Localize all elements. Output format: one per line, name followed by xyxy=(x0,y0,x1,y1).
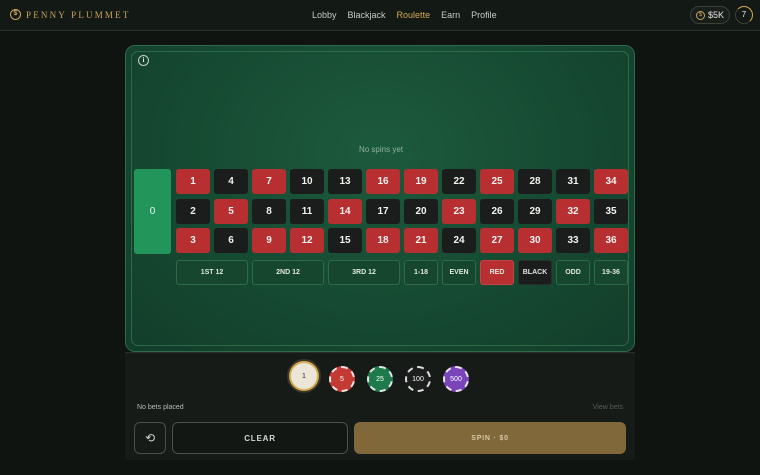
nav-item-lobby[interactable]: Lobby xyxy=(312,10,337,20)
bet-zero[interactable]: 0 xyxy=(134,169,171,254)
bet-number-29[interactable]: 29 xyxy=(518,198,552,224)
bet-number-1[interactable]: 1 xyxy=(176,169,210,194)
clear-button[interactable]: CLEAR xyxy=(172,422,348,454)
bet-outside-19-36[interactable]: 19-36 xyxy=(594,260,628,285)
chip-500[interactable]: 500 xyxy=(443,366,469,392)
bet-number-19[interactable]: 19 xyxy=(404,169,438,194)
bet-number-15[interactable]: 15 xyxy=(328,228,362,253)
spin-button[interactable]: SPIN · $0 xyxy=(354,422,626,454)
bet-number-25[interactable]: 25 xyxy=(480,169,514,194)
undo-button[interactable]: ⟲ xyxy=(134,422,166,454)
chip-value: 25 xyxy=(376,375,384,383)
bet-number-18[interactable]: 18 xyxy=(366,228,400,253)
bet-number-35[interactable]: 35 xyxy=(594,198,628,224)
bet-number-2[interactable]: 2 xyxy=(176,198,210,224)
chip-value: 500 xyxy=(450,375,462,383)
bet-controls: No bets placed View bets ⟲ CLEAR SPIN · … xyxy=(125,352,635,460)
brand-logo[interactable]: $ PENNY PLUMMET xyxy=(10,9,131,20)
bet-number-10[interactable]: 10 xyxy=(290,169,324,194)
bet-number-5[interactable]: 5 xyxy=(214,198,248,224)
balance-value: $5K xyxy=(707,10,724,20)
nav-item-earn[interactable]: Earn xyxy=(441,10,460,20)
bet-outside-even[interactable]: EVEN xyxy=(442,260,476,285)
brand-name: PENNY PLUMMET xyxy=(26,9,131,20)
view-bets-link[interactable]: View bets xyxy=(593,404,623,411)
bet-number-20[interactable]: 20 xyxy=(404,198,438,224)
roulette-table: i No spins yet 0 1 4 7 10 13 16 19 22 25 28 31 34 2 5… xyxy=(125,45,635,352)
bet-number-17[interactable]: 17 xyxy=(366,198,400,224)
bet-number-4[interactable]: 4 xyxy=(214,169,248,194)
bet-number-32[interactable]: 32 xyxy=(556,198,590,224)
chip-value: 1 xyxy=(302,372,306,380)
bet-number-34[interactable]: 34 xyxy=(594,169,628,194)
nav-item-profile[interactable]: Profile xyxy=(471,10,497,20)
nav-item-roulette[interactable]: Roulette xyxy=(397,10,431,20)
chip-5[interactable]: 5 xyxy=(329,366,355,392)
coin-icon: $ xyxy=(695,10,705,20)
main-nav: Lobby Blackjack Roulette Earn Profile xyxy=(312,10,497,20)
bet-number-23[interactable]: 23 xyxy=(442,198,476,224)
bet-number-22[interactable]: 22 xyxy=(442,169,476,194)
bet-number-21[interactable]: 21 xyxy=(404,228,438,253)
bets-status: No bets placed xyxy=(137,404,184,411)
bet-outside-red[interactable]: RED xyxy=(480,260,514,285)
bet-number-31[interactable]: 31 xyxy=(556,169,590,194)
chip-value: 100 xyxy=(412,375,424,383)
bet-number-7[interactable]: 7 xyxy=(252,169,286,194)
bet-number-26[interactable]: 26 xyxy=(480,198,514,224)
spin-history-status: No spins yet xyxy=(358,145,404,154)
bet-number-11[interactable]: 11 xyxy=(290,198,324,224)
bet-outside-3rd-12[interactable]: 3RD 12 xyxy=(328,260,400,285)
bet-number-9[interactable]: 9 xyxy=(252,228,286,253)
bet-number-24[interactable]: 24 xyxy=(442,228,476,253)
chip-100[interactable]: 100 xyxy=(405,366,431,392)
bet-number-27[interactable]: 27 xyxy=(480,228,514,253)
bet-number-6[interactable]: 6 xyxy=(214,228,248,253)
bet-outside-black[interactable]: BLACK xyxy=(518,260,552,285)
coin-logo-icon: $ xyxy=(10,9,21,20)
bet-number-8[interactable]: 8 xyxy=(252,198,286,224)
bet-number-13[interactable]: 13 xyxy=(328,169,362,194)
bet-number-16[interactable]: 16 xyxy=(366,169,400,194)
bet-outside-1st-12[interactable]: 1ST 12 xyxy=(176,260,248,285)
bet-number-33[interactable]: 33 xyxy=(556,228,590,253)
bet-number-28[interactable]: 28 xyxy=(518,169,552,194)
bet-outside-odd[interactable]: ODD xyxy=(556,260,590,285)
bet-number-3[interactable]: 3 xyxy=(176,228,210,253)
level-badge[interactable]: 7 xyxy=(735,6,753,24)
bet-outside-2nd-12[interactable]: 2ND 12 xyxy=(252,260,324,285)
nav-item-blackjack[interactable]: Blackjack xyxy=(348,10,386,20)
top-nav-bar: $ PENNY PLUMMET Lobby Blackjack Roulette Ea… xyxy=(0,0,760,31)
bet-number-12[interactable]: 12 xyxy=(290,228,324,253)
bet-outside-1-18[interactable]: 1-18 xyxy=(404,260,438,285)
info-icon[interactable]: i xyxy=(138,55,149,66)
balance-badge[interactable]: $ $5K xyxy=(690,6,730,24)
bet-number-30[interactable]: 30 xyxy=(518,228,552,253)
bet-number-36[interactable]: 36 xyxy=(594,228,628,253)
chip-25[interactable]: 25 xyxy=(367,366,393,392)
undo-icon: ⟲ xyxy=(144,431,156,445)
chip-1[interactable]: 1 xyxy=(289,361,319,391)
chip-value: 5 xyxy=(340,375,344,383)
bet-number-14[interactable]: 14 xyxy=(328,198,362,224)
